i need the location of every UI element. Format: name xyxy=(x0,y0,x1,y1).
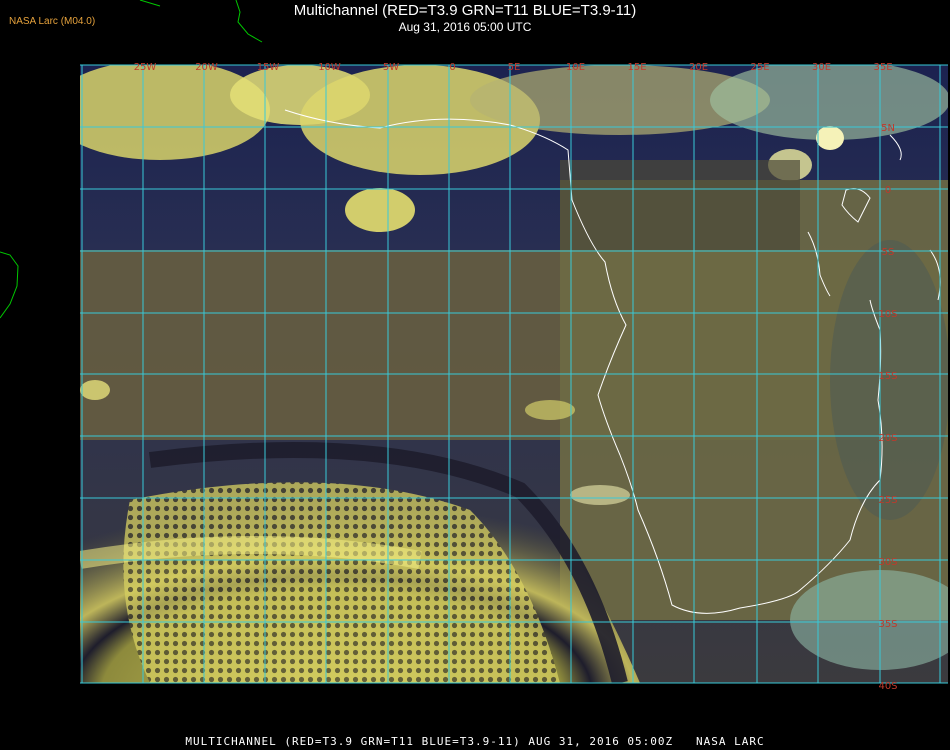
imagery-layer xyxy=(80,65,948,683)
longitude-label: 5W xyxy=(383,62,399,73)
longitude-label: 20E xyxy=(689,62,708,73)
latitude-label: 40S xyxy=(878,681,897,692)
latitude-label: 15S xyxy=(878,371,897,382)
longitude-label: 30E xyxy=(812,62,831,73)
longitude-label: 10W xyxy=(318,62,341,73)
longitude-label: 10E xyxy=(566,62,585,73)
latitude-label: 30S xyxy=(878,557,897,568)
latitude-label: 35S xyxy=(878,619,897,630)
latitude-label: 5S xyxy=(882,247,895,258)
longitude-label: 25W xyxy=(134,62,157,73)
coast-fragment-north xyxy=(139,0,161,7)
longitude-label: 25E xyxy=(750,62,769,73)
latitude-label: 25S xyxy=(878,495,897,506)
coast-fragment-west xyxy=(0,251,19,319)
longitude-label: 20W xyxy=(195,62,218,73)
longitude-label: 15E xyxy=(627,62,646,73)
coast-fragment-top xyxy=(235,0,263,43)
latitude-label: 10S xyxy=(878,309,897,320)
latitude-label: 5N xyxy=(881,123,895,134)
longitude-label: 35E xyxy=(873,62,892,73)
footer-caption: MULTICHANNEL (RED=T3.9 GRN=T11 BLUE=T3.9… xyxy=(185,735,765,748)
satellite-map: 25W 20W 15W 10W 5W 0 5E 10E 15E 20E 25E 30E 35E 5N 0 5… xyxy=(0,0,948,692)
latitude-label: 20S xyxy=(878,433,897,444)
longitude-label: 15W xyxy=(257,62,280,73)
longitude-label: 0 xyxy=(449,62,455,73)
latitude-label: 0 xyxy=(885,185,891,196)
longitude-label: 5E xyxy=(508,62,521,73)
